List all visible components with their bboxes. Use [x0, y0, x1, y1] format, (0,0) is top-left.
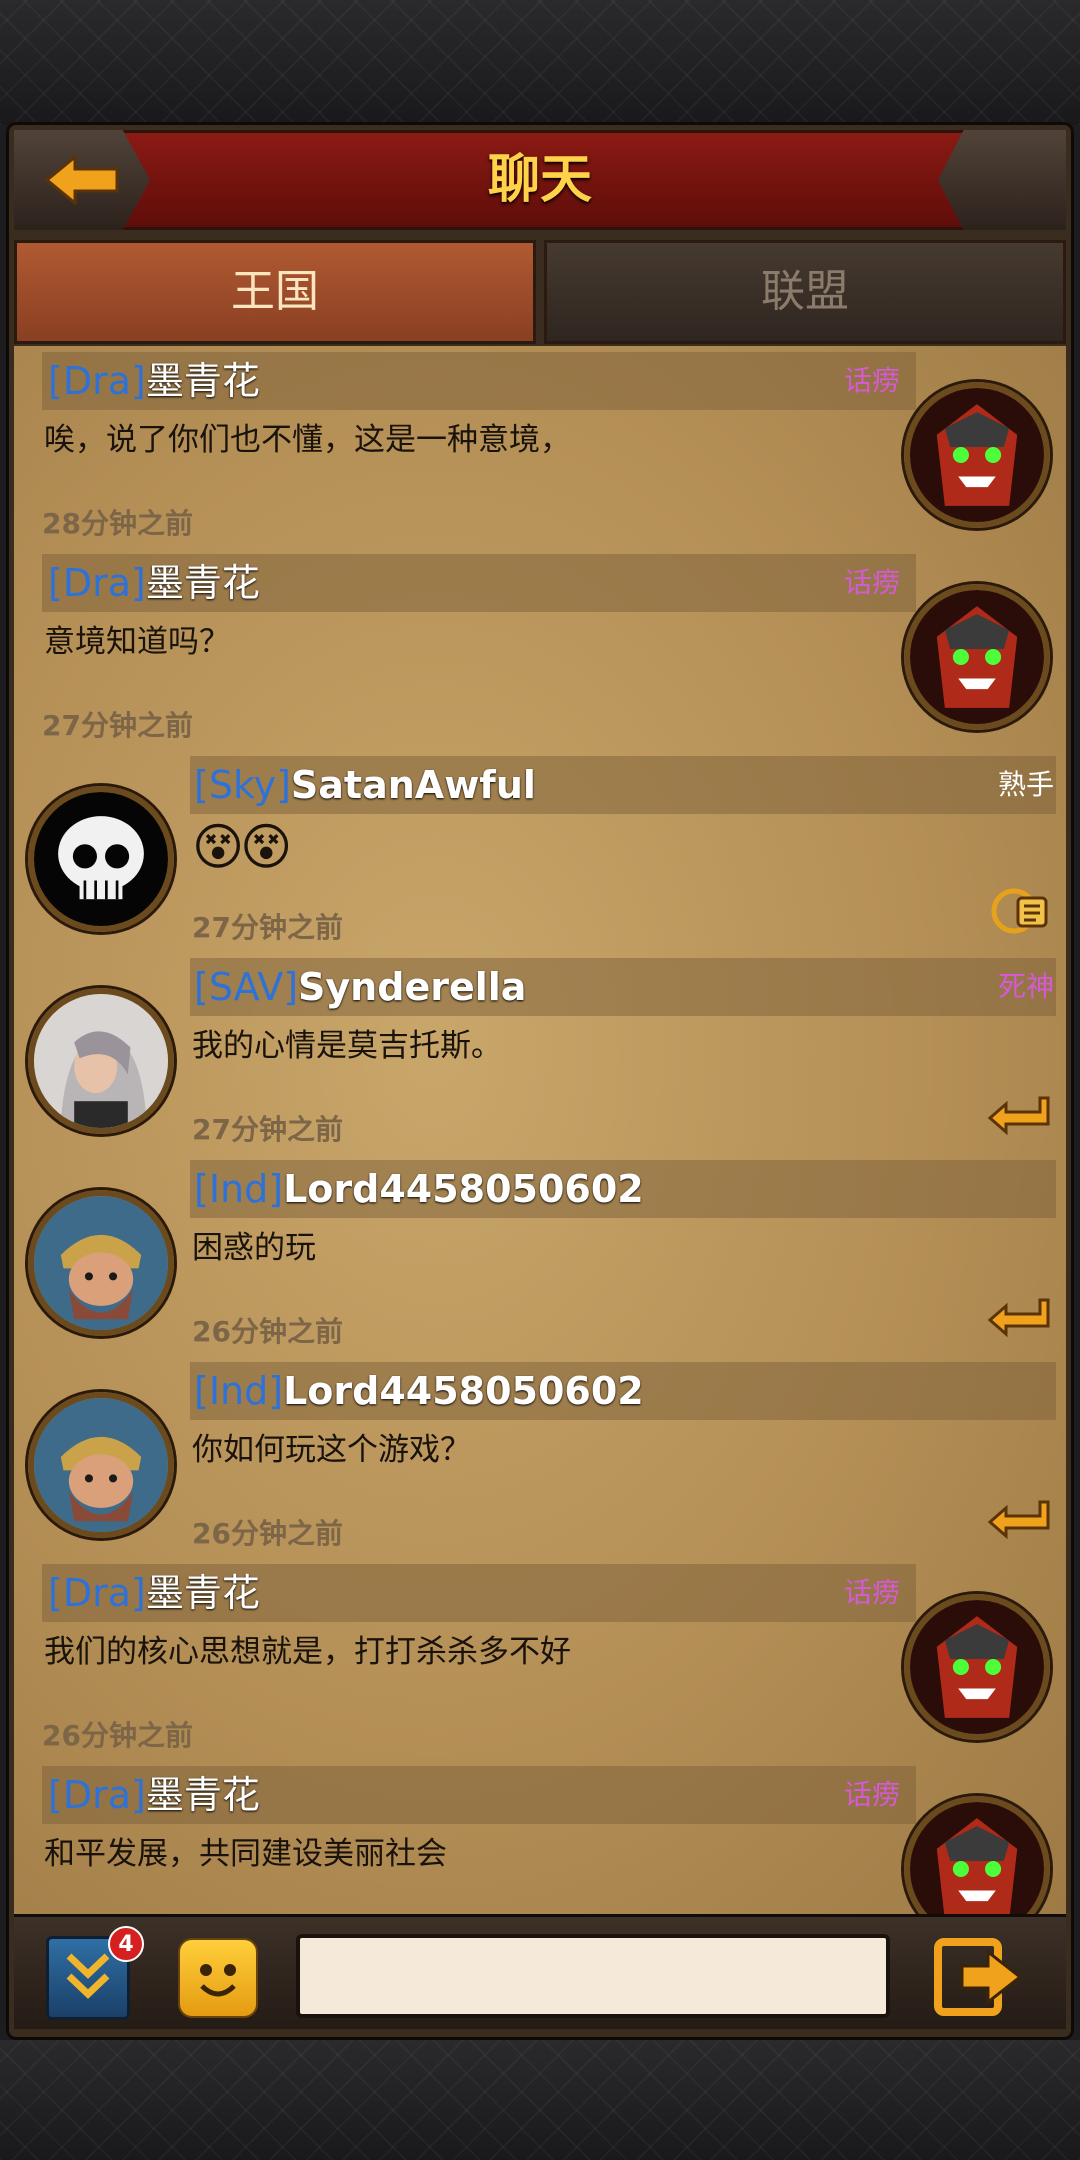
sender-rank: 熟手	[997, 768, 1054, 801]
chat-message: [Sky]SatanAwful 熟手 😵😵 27分钟之前	[14, 756, 1066, 958]
sender-name[interactable]: [Ind]Lord4458050602	[194, 1362, 644, 1420]
message-text: 我的心情是莫吉托斯。	[192, 1028, 502, 1064]
alliance-tag: [Dra]	[48, 561, 146, 605]
smiley-face-icon	[200, 1964, 236, 1997]
reply-arrow-icon[interactable]	[984, 1290, 1054, 1340]
alliance-tag: [SAV]	[194, 965, 299, 1009]
message-time: 28分钟之前	[42, 507, 193, 540]
reply-arrow-icon[interactable]	[984, 1088, 1054, 1138]
message-time: 26分钟之前	[42, 1719, 193, 1752]
sender-name[interactable]: [Dra]墨青花	[48, 1564, 260, 1622]
woman-photo-avatar[interactable]	[28, 988, 174, 1134]
page-title: 聊天	[487, 150, 592, 210]
sender-rank: 话痨	[844, 364, 901, 397]
message-time: 27分钟之前	[192, 911, 343, 944]
username: Lord4458050602	[283, 1167, 644, 1211]
sender-name[interactable]: [Ind]Lord4458050602	[194, 1160, 644, 1218]
sender-rank: 话痨	[844, 1778, 901, 1811]
red-warrior-avatar[interactable]	[904, 382, 1050, 528]
username: SatanAwful	[290, 763, 536, 807]
message-time: 26分钟之前	[192, 1315, 343, 1348]
message-time: 27分钟之前	[42, 709, 193, 742]
chat-message-list[interactable]: [Dra]墨青花 话痨 唉，说了你们也不懂，这是一种意境， 28分钟之前 [Dr…	[14, 346, 1066, 1914]
sender-rank: 话痨	[844, 1576, 901, 1609]
tab-alliance[interactable]: 联盟	[544, 240, 1066, 344]
red-warrior-avatar[interactable]	[904, 1796, 1050, 1914]
dwarf-avatar[interactable]	[28, 1392, 174, 1538]
red-warrior-avatar[interactable]	[904, 584, 1050, 730]
sender-name[interactable]: [Dra]墨青花	[48, 554, 260, 612]
emoji-button[interactable]	[178, 1938, 258, 2018]
message-text: 和平发展，共同建设美丽社会	[44, 1836, 447, 1872]
chat-message: [Dra]墨青花 话痨 唉，说了你们也不懂，这是一种意境， 28分钟之前	[14, 352, 1066, 554]
translate-reply-icon[interactable]	[984, 886, 1054, 936]
message-time: 26分钟之前	[192, 1517, 343, 1550]
username: 墨青花	[145, 359, 260, 403]
sender-rank: 死神	[997, 970, 1054, 1003]
top-background	[0, 0, 1080, 125]
reply-arrow-icon[interactable]	[984, 1492, 1054, 1542]
tab-kingdom[interactable]: 王国	[14, 240, 536, 344]
alliance-tag: [Dra]	[48, 359, 146, 403]
alliance-tag: [Sky]	[194, 763, 291, 807]
skull-avatar[interactable]	[28, 786, 174, 932]
username: 墨青花	[145, 1773, 260, 1817]
chat-message: [Ind]Lord4458050602 困惑的玩 26分钟之前	[14, 1160, 1066, 1362]
username: Synderella	[298, 965, 527, 1009]
username: 墨青花	[145, 1571, 260, 1615]
username: Lord4458050602	[283, 1369, 644, 1413]
alliance-tag: [Dra]	[48, 1773, 146, 1817]
alliance-tag: [Dra]	[48, 1571, 146, 1615]
message-text: 唉，说了你们也不懂，这是一种意境，	[44, 422, 571, 458]
bottom-background	[0, 2040, 1080, 2160]
message-time: 27分钟之前	[192, 1113, 343, 1146]
chat-message: [SAV]Synderella 死神 我的心情是莫吉托斯。 27分钟之前	[14, 958, 1066, 1160]
sender-name[interactable]: [Sky]SatanAwful	[194, 756, 536, 814]
chat-message: [Ind]Lord4458050602 你如何玩这个游戏？ 26分钟之前	[14, 1362, 1066, 1564]
unread-count-badge: 4	[108, 1926, 144, 1962]
chat-message: [Dra]墨青花 话痨 意境知道吗？ 27分钟之前	[14, 554, 1066, 756]
dwarf-avatar[interactable]	[28, 1190, 174, 1336]
chat-message: [Dra]墨青花 话痨 我们的核心思想就是，打打杀杀多不好 26分钟之前	[14, 1564, 1066, 1766]
sender-name[interactable]: [Dra]墨青花	[48, 1766, 260, 1824]
send-button[interactable]	[934, 1938, 1024, 2016]
username: 墨青花	[145, 561, 260, 605]
sender-name[interactable]: [Dra]墨青花	[48, 352, 260, 410]
sender-rank: 话痨	[844, 566, 901, 599]
message-text: 困惑的玩	[192, 1230, 316, 1266]
message-text: 意境知道吗？	[44, 624, 230, 660]
alliance-tag: [Ind]	[194, 1167, 284, 1211]
message-text: 我们的核心思想就是，打打杀杀多不好	[44, 1634, 571, 1670]
red-warrior-avatar[interactable]	[904, 1594, 1050, 1740]
message-input[interactable]	[296, 1934, 890, 2018]
double-chevron-down-icon	[66, 1953, 110, 1999]
sender-name[interactable]: [SAV]Synderella	[194, 958, 526, 1016]
message-text: 你如何玩这个游戏？	[192, 1432, 471, 1468]
chat-message: [Dra]墨青花 话痨 和平发展，共同建设美丽社会	[14, 1766, 1066, 1914]
message-text: 😵😵	[192, 818, 292, 876]
alliance-tag: [Ind]	[194, 1369, 284, 1413]
